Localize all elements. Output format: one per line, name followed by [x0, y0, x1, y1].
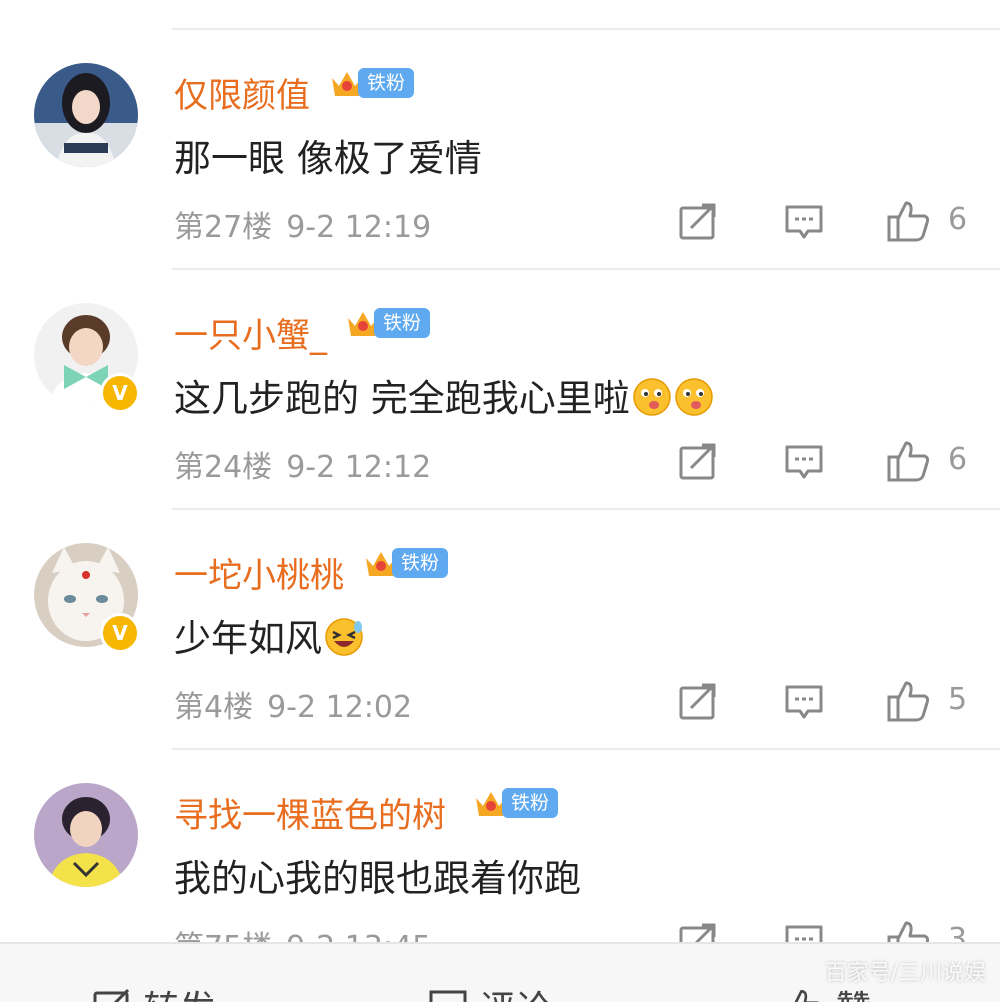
reply-button[interactable] — [784, 442, 824, 482]
bottom-repost-label: 转发 — [143, 989, 215, 1002]
reply-button[interactable] — [784, 202, 824, 242]
comment-meta: 第24楼 9-2 12:12 — [174, 442, 431, 486]
comment-list: 仅限颜值 铁粉 那一眼 像极了爱情 第27楼 9-2 12:19 6 V 一只小… — [0, 0, 1000, 1000]
repost-icon — [679, 203, 716, 240]
thumbs-up-icon — [887, 681, 930, 722]
username[interactable]: 仅限颜值 — [174, 68, 310, 117]
fan-badge[interactable]: 铁粉 — [328, 66, 416, 100]
avatar[interactable]: V — [34, 543, 140, 653]
floor-number: 第27楼 — [174, 210, 273, 245]
comment-item: V 一只小蟹_ 铁粉 这几步跑的 完全跑我心里啦 第24楼 9-2 12:12 … — [0, 270, 1000, 510]
repost-button[interactable] — [678, 682, 718, 722]
like-count: 5 — [948, 682, 968, 717]
repost-icon — [679, 683, 716, 720]
bottom-repost-button[interactable]: 转发 — [92, 980, 215, 1002]
avatar-image — [34, 783, 138, 887]
reply-icon — [785, 445, 823, 479]
comment-text-value: 这几步跑的 完全跑我心里啦 — [174, 377, 630, 420]
comment-time: 9-2 12:02 — [267, 690, 413, 725]
comment-text: 这几步跑的 完全跑我心里啦 — [174, 368, 714, 422]
repost-button[interactable] — [678, 202, 718, 242]
reply-icon — [785, 685, 823, 719]
fan-badge[interactable]: 铁粉 — [472, 786, 560, 820]
comment-text: 少年如风 — [174, 608, 364, 662]
like-button[interactable] — [886, 678, 932, 724]
fan-badge-label: 铁粉 — [358, 68, 414, 98]
floor-number: 第24楼 — [174, 450, 273, 485]
username[interactable]: 一只小蟹_ — [174, 308, 327, 357]
bottom-like-label: 赞 — [835, 989, 871, 1002]
laughing-face-emoji-icon — [325, 618, 363, 656]
reply-icon — [785, 205, 823, 239]
username[interactable]: 一坨小桃桃 — [174, 548, 344, 597]
fan-badge-label: 铁粉 — [392, 548, 448, 578]
like-count: 6 — [948, 442, 968, 477]
fan-badge[interactable]: 铁粉 — [344, 306, 432, 340]
like-button[interactable] — [886, 438, 932, 484]
avatar[interactable] — [34, 783, 138, 887]
verified-icon: V — [100, 373, 140, 413]
comment-item: 仅限颜值 铁粉 那一眼 像极了爱情 第27楼 9-2 12:19 6 — [0, 30, 1000, 270]
repost-icon — [679, 443, 716, 480]
avatar-image — [34, 63, 138, 167]
drooling-face-emoji-icon — [675, 378, 713, 416]
bottom-comment-label: 评论 — [479, 989, 551, 1002]
comment-text-value: 少年如风 — [174, 617, 322, 660]
reply-button[interactable] — [784, 682, 824, 722]
comment-meta: 第27楼 9-2 12:19 — [174, 202, 431, 246]
comment-item: V 一坨小桃桃 铁粉 少年如风 第4楼 9-2 12:02 5 — [0, 510, 1000, 750]
floor-number: 第4楼 — [174, 690, 254, 725]
like-button[interactable] — [886, 198, 932, 244]
comment-time: 9-2 12:19 — [286, 210, 432, 245]
comment-time: 9-2 12:12 — [286, 450, 432, 485]
fan-badge-label: 铁粉 — [502, 788, 558, 818]
fan-badge[interactable]: 铁粉 — [362, 546, 450, 580]
comment-meta: 第4楼 9-2 12:02 — [174, 682, 412, 726]
username[interactable]: 寻找一棵蓝色的树 — [174, 788, 446, 837]
avatar[interactable]: V — [34, 303, 140, 413]
verified-icon: V — [100, 613, 140, 653]
drooling-face-emoji-icon — [633, 378, 671, 416]
avatar[interactable] — [34, 63, 138, 167]
comment-text: 我的心我的眼也跟着你跑 — [174, 857, 581, 900]
comment-text: 那一眼 像极了爱情 — [174, 137, 482, 180]
fan-badge-label: 铁粉 — [374, 308, 430, 338]
thumbs-up-icon — [887, 201, 930, 242]
repost-button[interactable] — [678, 442, 718, 482]
like-count: 6 — [948, 202, 968, 237]
thumbs-up-icon — [887, 441, 930, 482]
watermark: 百家号/三川说娱 — [824, 961, 986, 986]
bottom-comment-button[interactable]: 评论 — [428, 980, 551, 1002]
